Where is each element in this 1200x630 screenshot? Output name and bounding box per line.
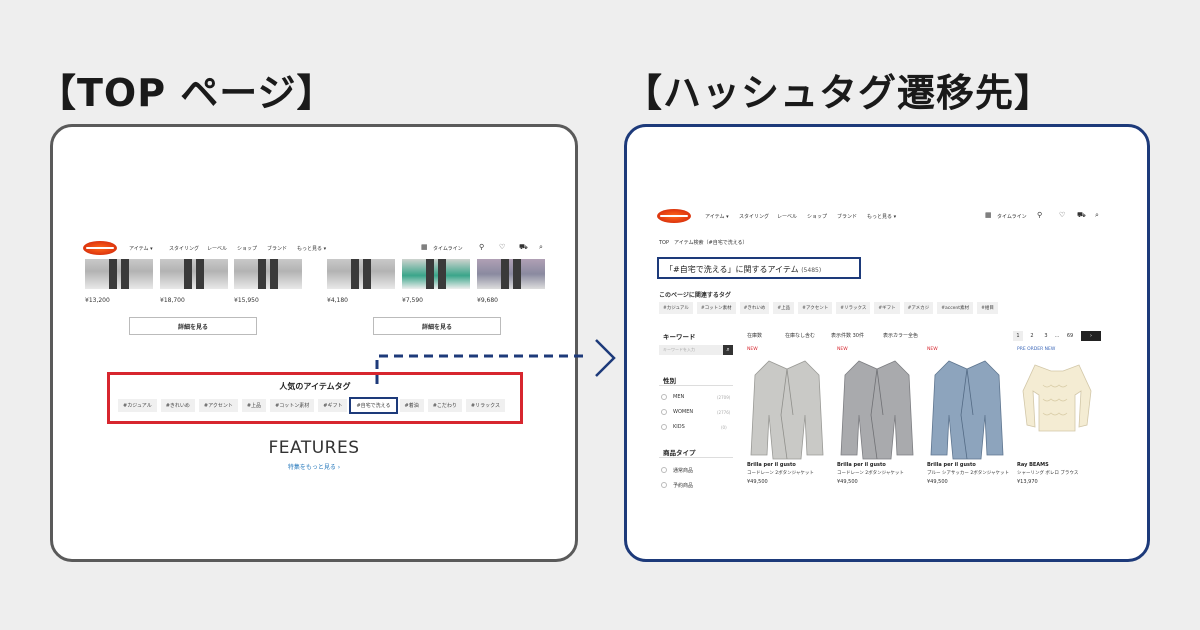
transition-arrow [375,339,616,384]
